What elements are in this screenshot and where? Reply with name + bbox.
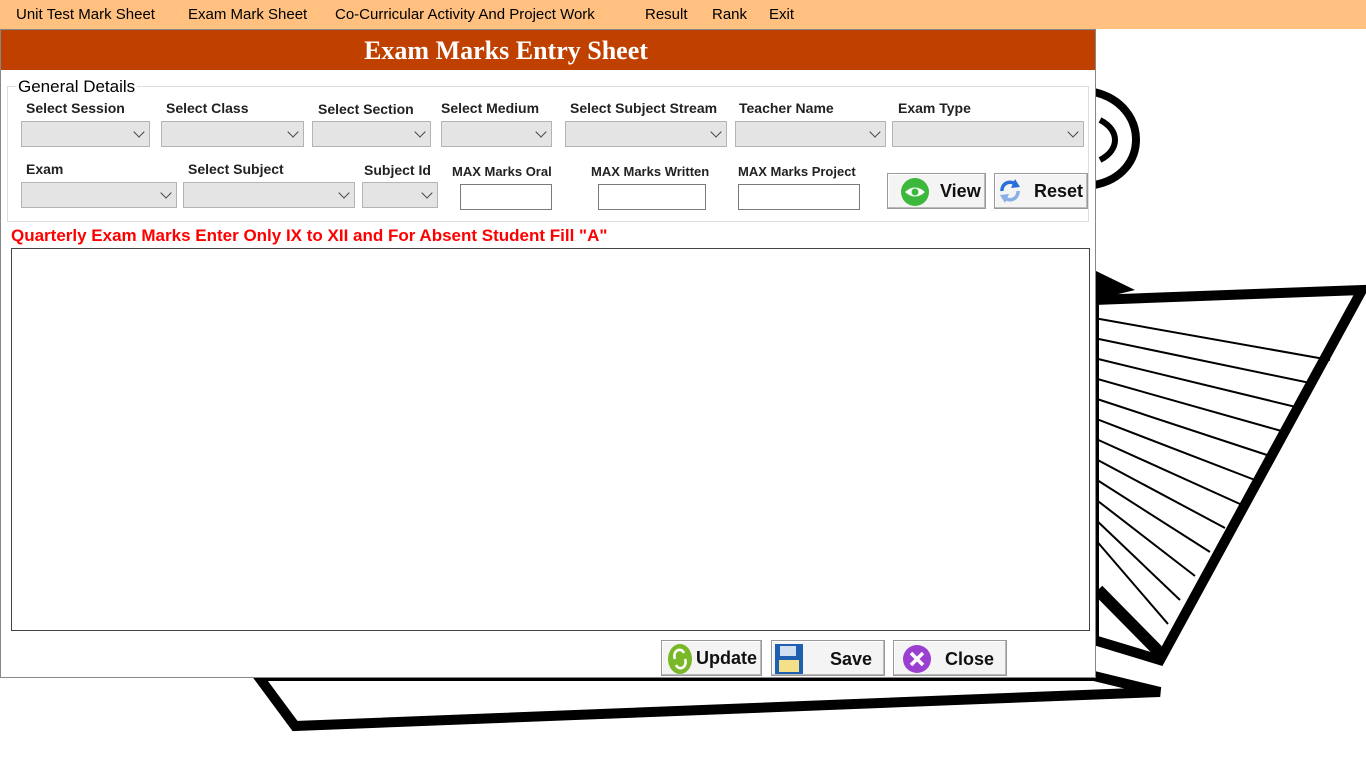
select-class-label: Select Class <box>166 100 249 116</box>
chevron-down-icon <box>414 126 426 138</box>
chevron-down-icon <box>287 126 299 138</box>
exam-dropdown[interactable] <box>21 182 177 208</box>
menu-result[interactable]: Result <box>645 6 688 23</box>
update-icon <box>668 644 692 674</box>
select-session-label: Select Session <box>26 100 125 116</box>
floppy-disk-icon <box>775 644 803 674</box>
chevron-down-icon <box>133 126 145 138</box>
class-dropdown[interactable] <box>161 121 304 147</box>
menu-rank[interactable]: Rank <box>712 6 747 23</box>
close-button[interactable]: Close <box>893 640 1007 676</box>
chevron-down-icon <box>710 126 722 138</box>
session-dropdown[interactable] <box>21 121 150 147</box>
close-icon <box>903 645 931 673</box>
max-marks-project-input[interactable] <box>738 184 860 210</box>
menu-co-curricular[interactable]: Co-Curricular Activity And Project Work <box>335 6 595 23</box>
menu-exit[interactable]: Exit <box>769 6 794 23</box>
subject-dropdown[interactable] <box>183 182 355 208</box>
section-dropdown[interactable] <box>312 121 431 147</box>
chevron-down-icon <box>1067 126 1079 138</box>
menu-bar: Unit Test Mark Sheet Exam Mark Sheet Co-… <box>0 0 1366 29</box>
eye-icon <box>901 178 929 206</box>
general-details-legend: General Details <box>16 77 138 97</box>
view-button-label: View <box>940 181 981 201</box>
teacher-dropdown[interactable] <box>735 121 886 147</box>
select-section-label: Select Section <box>318 101 414 117</box>
chevron-down-icon <box>160 187 172 199</box>
max-marks-written-label: MAX Marks Written <box>591 164 710 179</box>
menu-unit-test-mark-sheet[interactable]: Unit Test Mark Sheet <box>16 6 155 23</box>
marks-data-grid[interactable] <box>11 248 1090 631</box>
exam-type-label: Exam Type <box>898 100 971 116</box>
reset-button-label: Reset <box>1034 181 1084 201</box>
stream-dropdown[interactable] <box>565 121 727 147</box>
refresh-icon <box>1000 179 1020 203</box>
exam-type-dropdown[interactable] <box>892 121 1084 147</box>
subject-id-label: Subject Id <box>364 162 431 178</box>
reset-button[interactable]: Reset <box>994 173 1088 209</box>
form-title: Exam Marks Entry Sheet <box>364 36 648 65</box>
close-button-label: Close <box>945 649 995 669</box>
select-subject-label: Select Subject <box>188 161 284 177</box>
subject-id-dropdown[interactable] <box>362 182 438 208</box>
save-button[interactable]: Save <box>771 640 885 676</box>
max-marks-oral-input[interactable] <box>460 184 552 210</box>
update-button-label: Update <box>696 648 758 668</box>
exam-label: Exam <box>26 161 64 177</box>
entry-instruction-note: Quarterly Exam Marks Enter Only IX to XI… <box>11 226 608 245</box>
chevron-down-icon <box>535 126 547 138</box>
max-marks-project-label: MAX Marks Project <box>738 164 856 179</box>
medium-dropdown[interactable] <box>441 121 552 147</box>
chevron-down-icon <box>421 187 433 199</box>
select-stream-label: Select Subject Stream <box>570 100 718 116</box>
chevron-down-icon <box>869 126 881 138</box>
update-button[interactable]: Update <box>661 640 762 676</box>
view-button[interactable]: View <box>887 173 986 209</box>
save-button-label: Save <box>830 649 873 669</box>
menu-exam-mark-sheet[interactable]: Exam Mark Sheet <box>188 6 307 23</box>
teacher-name-label: Teacher Name <box>739 100 834 116</box>
chevron-down-icon <box>338 187 350 199</box>
select-medium-label: Select Medium <box>441 100 540 116</box>
max-marks-oral-label: MAX Marks Oral <box>452 164 552 179</box>
exam-marks-form: Exam Marks Entry Sheet General Details S… <box>0 29 1096 678</box>
max-marks-written-input[interactable] <box>598 184 706 210</box>
title-bar: Exam Marks Entry Sheet <box>1 30 1095 70</box>
